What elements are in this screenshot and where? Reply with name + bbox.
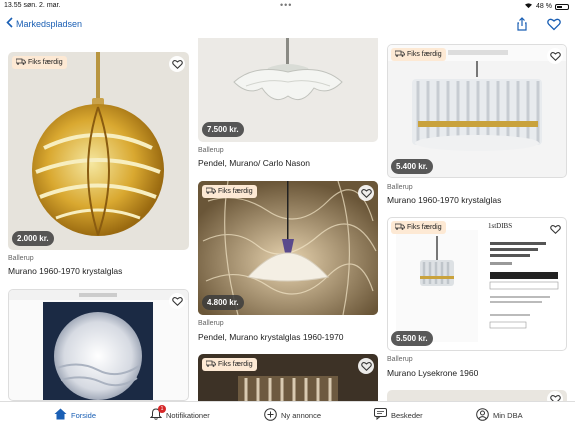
notification-count-badge: 1 xyxy=(158,405,166,413)
battery-icon xyxy=(555,3,569,10)
listing-card[interactable]: Fiks færdig 4.800 kr. Ballerup Pendel, M… xyxy=(198,181,378,351)
listing-title[interactable]: Murano 1960-1970 krystalglas xyxy=(8,266,122,276)
wifi-icon xyxy=(524,2,533,11)
tab-label: Beskeder xyxy=(391,410,423,420)
status-time: 13.55 søn. 2. mar. xyxy=(4,2,61,9)
tab-messages[interactable]: Beskeder xyxy=(374,408,423,422)
back-button[interactable]: Markedspladsen xyxy=(6,17,82,30)
favorite-heart-icon[interactable] xyxy=(358,185,374,201)
tab-label: Min DBA xyxy=(493,411,523,420)
truck-icon xyxy=(394,223,405,232)
tab-notifications[interactable]: 1 Notifikationer xyxy=(149,405,210,422)
price-tag: 5.400 kr. xyxy=(391,159,433,174)
price-tag: 4.800 kr. xyxy=(202,295,244,310)
battery-percent: 48 % xyxy=(536,3,552,10)
fix-ready-badge: Fiks færdig xyxy=(202,358,257,371)
listing-title[interactable]: Murano 1960-1970 krystalglas xyxy=(387,195,501,205)
nav-bar: Markedspladsen xyxy=(0,12,575,38)
listing-location: Ballerup xyxy=(8,255,34,262)
favorite-heart-icon[interactable] xyxy=(547,17,561,31)
bottom-tab-bar: Forside 1 Notifikationer Ny annonce Besk… xyxy=(0,401,575,431)
tab-my-dba[interactable]: Min DBA xyxy=(476,408,523,423)
status-bar: 13.55 søn. 2. mar. ••• 48 % xyxy=(0,0,575,12)
listing-card[interactable] xyxy=(8,289,189,401)
fix-ready-badge: Fiks færdig xyxy=(391,221,446,234)
listing-location: Ballerup xyxy=(387,184,413,191)
tab-new-listing[interactable]: Ny annonce xyxy=(264,408,321,423)
tab-label: Forside xyxy=(71,410,97,420)
listing-title[interactable]: Murano Lysekrone 1960 xyxy=(387,368,478,378)
home-icon xyxy=(54,408,67,422)
truck-icon xyxy=(205,360,216,369)
listing-location: Ballerup xyxy=(198,320,224,327)
fix-ready-badge: Fiks færdig xyxy=(202,185,257,198)
favorite-heart-icon[interactable] xyxy=(358,358,374,374)
badge-label: Fiks færdig xyxy=(218,188,253,195)
listing-card[interactable]: Fiks færdig 5.400 kr. Ballerup Murano 19… xyxy=(387,44,567,208)
listing-card[interactable]: Fiks færdig 2.000 kr. Ballerup Murano 19… xyxy=(8,52,189,288)
listing-image[interactable] xyxy=(387,390,567,401)
favorite-heart-icon[interactable] xyxy=(169,293,185,309)
status-right: 48 % xyxy=(524,2,569,11)
listing-feed[interactable]: Fiks færdig 2.000 kr. Ballerup Murano 19… xyxy=(0,38,575,401)
favorite-heart-icon[interactable] xyxy=(547,48,563,64)
bell-icon: 1 xyxy=(149,405,166,422)
listing-image[interactable] xyxy=(387,44,567,178)
chevron-left-icon xyxy=(6,17,13,30)
price-tag: 7.500 kr. xyxy=(202,122,244,137)
listing-image[interactable] xyxy=(8,52,189,250)
tab-label: Notifikationer xyxy=(166,410,210,420)
plus-circle-icon xyxy=(264,408,277,423)
fix-ready-badge: Fiks færdig xyxy=(391,48,446,61)
badge-label: Fiks færdig xyxy=(218,361,253,368)
listing-card[interactable] xyxy=(387,390,567,401)
favorite-heart-icon[interactable] xyxy=(169,56,185,72)
tab-home[interactable]: Forside xyxy=(54,408,96,422)
badge-label: Fiks færdig xyxy=(407,51,442,58)
listing-location: Ballerup xyxy=(198,147,224,154)
favorite-heart-icon[interactable] xyxy=(547,391,563,401)
share-icon[interactable] xyxy=(515,17,529,31)
back-label: Markedspladsen xyxy=(16,18,83,29)
listing-title[interactable]: Pendel, Murano krystalglas 1960-1970 xyxy=(198,332,344,342)
listing-image[interactable] xyxy=(8,289,189,401)
listing-location: Ballerup xyxy=(387,356,413,363)
favorite-heart-icon[interactable] xyxy=(547,221,563,237)
truck-icon xyxy=(15,58,26,67)
multitask-dots[interactable]: ••• xyxy=(280,0,292,10)
listing-card[interactable]: Fiks færdig xyxy=(198,354,378,401)
tab-label: Ny annonce xyxy=(281,411,322,420)
fix-ready-badge: Fiks færdig xyxy=(12,56,67,69)
listing-card[interactable]: 7.500 kr. Ballerup Pendel, Murano/ Carlo… xyxy=(198,38,378,172)
user-circle-icon xyxy=(476,408,489,423)
listing-title[interactable]: Pendel, Murano/ Carlo Nason xyxy=(198,158,310,168)
seller-logo-text: 1stDIBS xyxy=(488,222,512,230)
badge-label: Fiks færdig xyxy=(28,59,63,66)
chat-icon xyxy=(374,408,387,422)
truck-icon xyxy=(205,187,216,196)
price-tag: 2.000 kr. xyxy=(12,231,54,246)
price-tag: 5.500 kr. xyxy=(391,331,433,346)
truck-icon xyxy=(394,50,405,59)
listing-card[interactable]: 1stDIBS Fiks færdig 5.500 kr. Ballerup M… xyxy=(387,217,567,387)
badge-label: Fiks færdig xyxy=(407,224,442,231)
